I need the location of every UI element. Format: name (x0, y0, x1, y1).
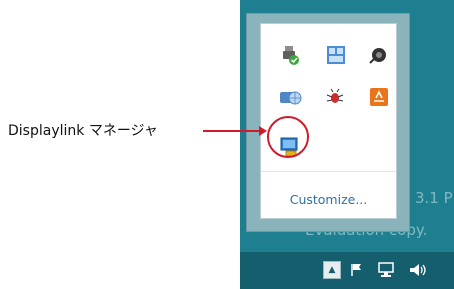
taskbar: ▲ (240, 252, 454, 289)
remote-app-icon[interactable] (324, 43, 348, 67)
volume-icon[interactable] (407, 260, 429, 280)
network-icon[interactable] (376, 260, 398, 280)
flyout-divider (261, 171, 396, 172)
tray-overflow-flyout: Customize... (246, 13, 410, 232)
highlight-circle (267, 116, 309, 158)
screenshot-stage: 3.1 P Evaluation copy. (0, 0, 454, 289)
usb-device-check-icon[interactable] (278, 43, 302, 67)
show-hidden-icons-button[interactable]: ▲ (323, 261, 341, 279)
customize-link[interactable]: Customize... (261, 192, 396, 207)
watermark-version: 3.1 P (415, 189, 453, 207)
callout-label: Displaylink マネージャ (8, 123, 158, 139)
red-bug-icon[interactable] (323, 85, 347, 109)
callout-arrow (203, 123, 267, 142)
sound-mixer-icon[interactable] (366, 43, 390, 67)
network-globe-icon[interactable] (278, 85, 302, 109)
action-center-flag-icon[interactable] (348, 260, 366, 280)
update-orange-icon[interactable] (367, 85, 391, 109)
